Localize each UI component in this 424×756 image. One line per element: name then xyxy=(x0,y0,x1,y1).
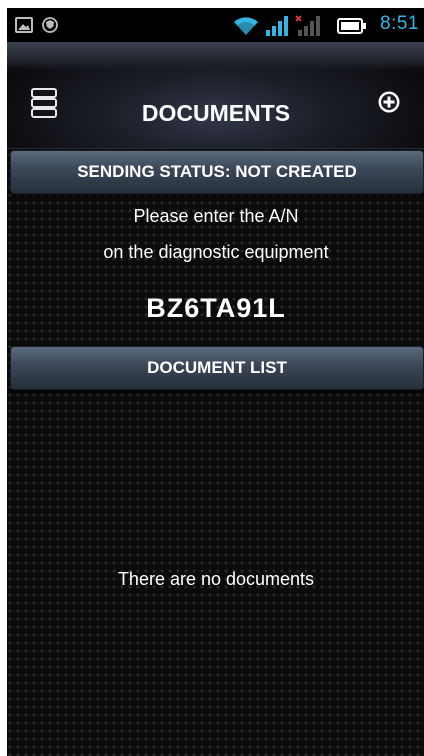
an-code: BZ6TA91L xyxy=(146,293,286,323)
gallery-notification-icon xyxy=(15,16,33,34)
status-bar: 8:51 xyxy=(7,8,424,42)
instruction-line-2: on the diagnostic equipment xyxy=(103,242,329,262)
document-list-header: DOCUMENT LIST xyxy=(10,346,424,390)
wifi-icon xyxy=(232,15,260,42)
sending-status-header: SENDING STATUS: NOT CREATED xyxy=(10,150,424,194)
page-title: DOCUMENTS xyxy=(141,100,291,126)
clock-time: 8:51 xyxy=(380,13,419,34)
shield-notification-icon xyxy=(41,16,59,34)
add-document-button[interactable] xyxy=(377,90,401,114)
app-screen: 8:51 DOCUMENTS SENDING STATUS: NOT CREAT… xyxy=(7,8,424,756)
battery-icon xyxy=(337,17,367,40)
add-circle-icon xyxy=(377,91,401,118)
app-bar-highlight xyxy=(7,42,424,70)
empty-documents-message: There are no documents xyxy=(117,569,315,589)
app-bar: DOCUMENTS xyxy=(7,42,424,149)
instruction-line-1: Please enter the A/N xyxy=(133,206,299,226)
signal-icon xyxy=(265,15,289,42)
no-signal-icon xyxy=(295,15,321,42)
